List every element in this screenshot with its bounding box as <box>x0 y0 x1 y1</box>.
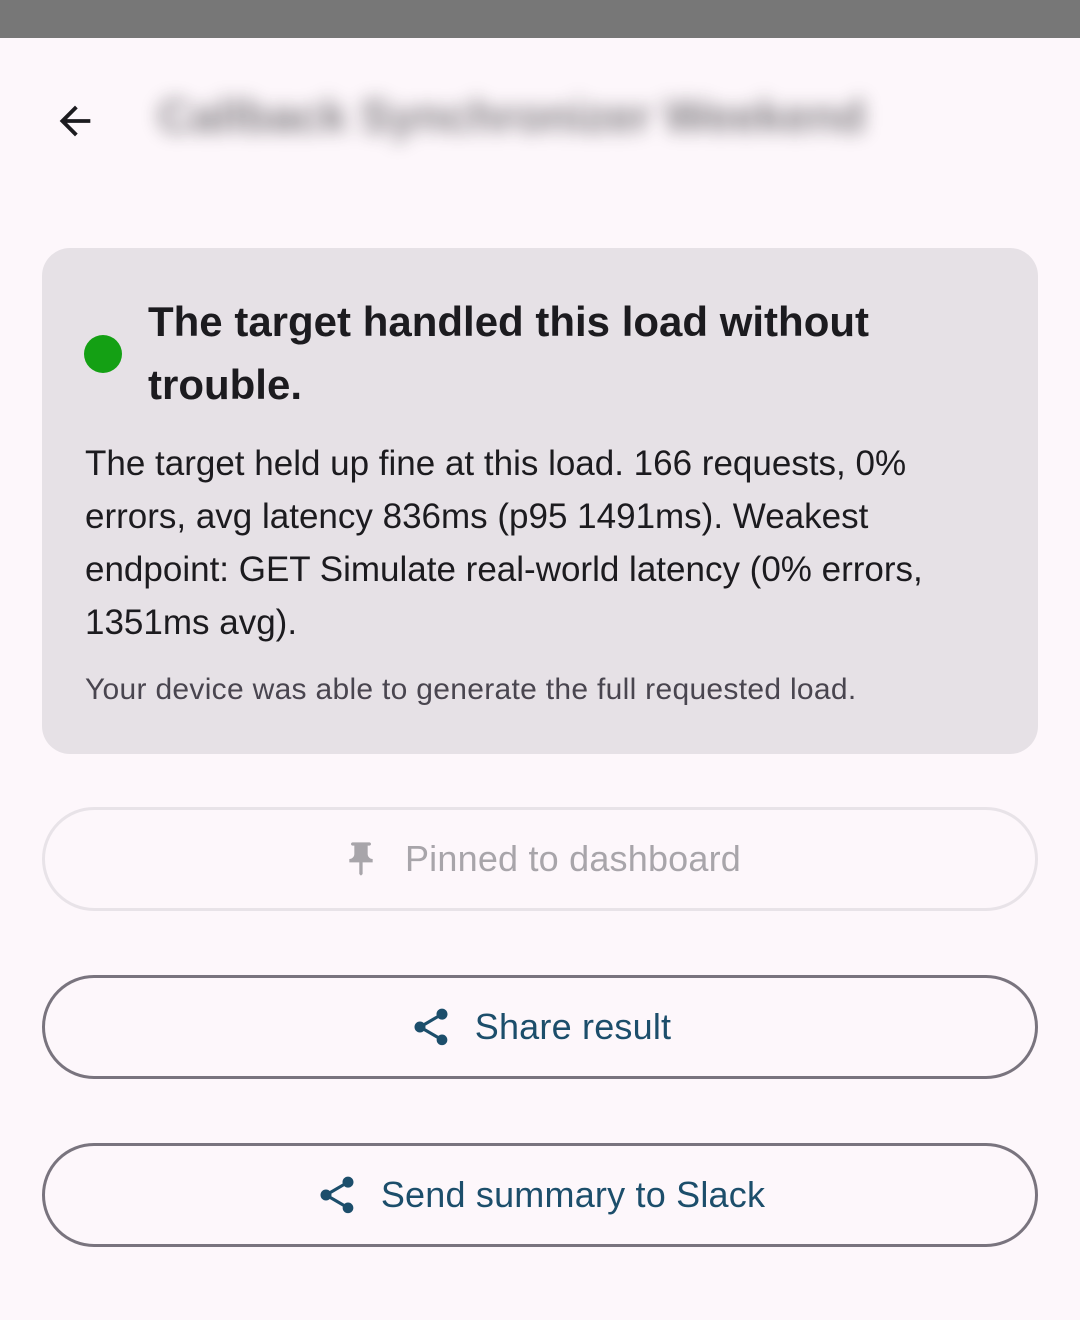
pinned-button-label: Pinned to dashboard <box>404 838 742 879</box>
share-button-label: Share result <box>474 1006 672 1047</box>
share-icon <box>315 1173 359 1217</box>
slack-button-label: Send summary to Slack <box>380 1174 766 1215</box>
share-icon <box>409 1005 453 1049</box>
result-summary-text: The target held up fine at this load. 16… <box>85 444 923 642</box>
page-title: Callback Synchronizer Weekend <box>158 90 866 142</box>
pinned-to-dashboard-button[interactable]: Pinned to dashboard <box>42 807 1038 911</box>
send-summary-to-slack-button[interactable]: Send summary to Slack <box>42 1143 1038 1247</box>
share-result-button[interactable]: Share result <box>42 975 1038 1079</box>
pin-icon <box>339 837 383 881</box>
device-load-note: Your device was able to generate the ful… <box>85 673 857 706</box>
status-indicator-dot <box>84 335 122 373</box>
result-summary-card: The target handled this load without tro… <box>42 248 1038 754</box>
page-title-obscured: Callback Synchronizer Weekend <box>140 72 900 160</box>
back-button[interactable] <box>40 90 110 156</box>
status-bar <box>0 0 1080 38</box>
result-heading: The target handled this load without tro… <box>148 298 869 408</box>
arrow-back-icon <box>52 98 98 149</box>
